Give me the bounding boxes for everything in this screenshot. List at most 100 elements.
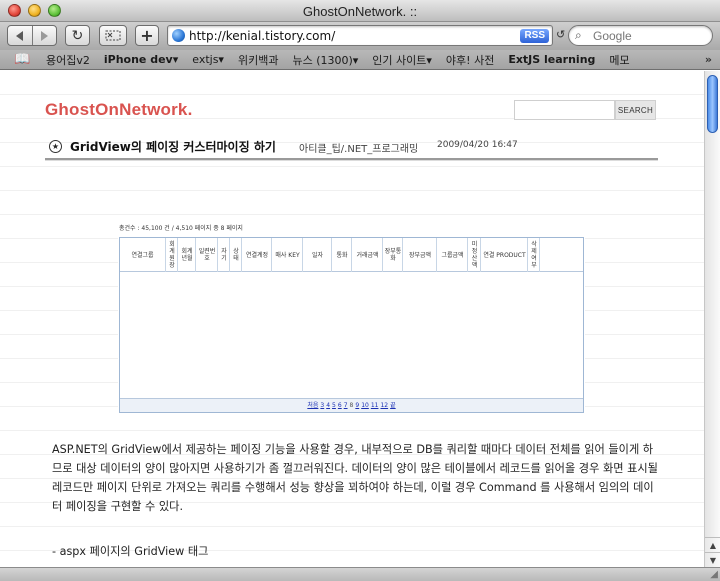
reload-button[interactable]: ↻ [65,25,90,46]
grid-column-header: 상태 [231,238,242,272]
grid-column-label: 장부금액 [408,251,432,259]
grid-column-label: 회계원장 [169,241,175,269]
pager-page-link[interactable]: 6 [338,402,342,409]
vertical-scrollbar[interactable]: ▲ ▼ [704,71,720,567]
post-bullet-icon: ★ [49,140,62,153]
blog-title-link[interactable]: GhostOnNetwork. [45,100,193,120]
grid-column-label: 회계년월 [181,248,193,262]
bookmark-item[interactable]: 야후! 사전 [446,52,494,68]
window-titlebar: GhostOnNetwork. :: [0,0,720,22]
scroll-up-arrow-icon[interactable]: ▲ [705,537,720,552]
pager-page-link[interactable]: 3 [320,402,324,409]
forward-arrow-icon [40,30,48,41]
web-search-field[interactable]: ⌕ Google [568,25,713,46]
article-body: ASP.NET의 GridView에서 제공하는 페이징 기능을 사용할 경우,… [52,440,662,526]
blog-search-input[interactable] [514,100,615,120]
grid-column-header: 거래금액 [353,238,383,272]
grid-column-label: 거래금액 [356,251,379,259]
bookmark-item[interactable]: 뉴스 (1300)▾ [292,52,358,68]
globe-icon [172,29,185,42]
web-clip-button[interactable] [99,25,127,46]
bookmark-item[interactable]: 위키백과 [238,52,278,68]
grid-table: 연결그룹 회계원장 회계년월 일련번호 자기 상태 연결계정 매사 KEY 일자 통화 거래금액 장부… [119,237,584,413]
grid-column-label: 상태 [233,248,239,262]
grid-summary: 총건수 : 45,100 건 / 4,510 페이지 중 8 페이지 [119,225,243,232]
gridview-screenshot: 총건수 : 45,100 건 / 4,510 페이지 중 8 페이지 연결그룹 회… [118,218,585,414]
grid-column-label: 삭제여부 [531,241,537,269]
grid-column-label: 연결그룹 [131,251,154,259]
grid-column-label: 연결 PRODUCT [483,251,526,259]
window-title: GhostOnNetwork. :: [302,4,418,19]
browser-toolbar: ↻ + http://kenial.tistory.com/ RSS ↺ ⌕ G… [0,22,720,50]
article-subheading: - aspx 페이지의 GridView 태그 [52,545,209,558]
grid-column-label: 그룹금액 [441,251,464,259]
add-bookmark-button[interactable]: + [135,25,159,46]
pager-page-link[interactable]: 5 [332,402,336,409]
bookmark-item[interactable]: ExtJS learning [508,53,595,66]
grid-column-label: 연결계정 [245,251,269,259]
forward-button[interactable] [31,26,56,45]
pager-last-link[interactable]: 끝 [390,402,396,409]
pager-page-link[interactable]: 12 [380,402,388,409]
address-bar[interactable]: http://kenial.tistory.com/ RSS [167,25,553,46]
pager-page-link[interactable]: 4 [326,402,330,409]
grid-column-header: 장부금액 [404,238,437,272]
grid-column-header: 자기 [219,238,230,272]
scrollbar-thumb[interactable] [707,75,718,133]
article-paragraph: ASP.NET의 GridView에서 제공하는 페이징 기능을 사용할 경우,… [52,443,658,513]
grid-column-header: 일자 [304,238,332,272]
pager-first-link[interactable]: 처음 [307,402,318,409]
snapback-icon[interactable]: ↺ [556,29,567,40]
grid-column-header: 매사 KEY [273,238,303,272]
show-all-bookmarks-icon[interactable]: 📖 [14,52,32,67]
pager-page-link[interactable]: 9 [355,402,359,409]
grid-column-header: 장부통화 [384,238,403,272]
bookmark-item[interactable]: iPhone dev▾ [104,53,178,66]
grid-column-header: 회계원장 [167,238,178,272]
rss-button[interactable]: RSS [520,29,549,43]
scroll-down-arrow-icon[interactable]: ▼ [705,552,720,567]
bookmarks-bar: 📖 용어집v2 iPhone dev▾ extjs▾ 위키백과 뉴스 (1300… [0,50,720,70]
grid-column-header: 일련번호 [197,238,218,272]
pager-page-link[interactable]: 10 [361,402,369,409]
grid-column-header: 삭제여부 [529,238,540,272]
grid-column-header: 회계년월 [179,238,196,272]
post-category-link[interactable]: 아티클_팁/.NET_프로그래밍 [299,140,418,155]
blog-search-button[interactable]: SEARCH [615,100,656,120]
grid-column-label: 미정산액 [471,241,478,269]
address-text[interactable]: http://kenial.tistory.com/ [189,29,335,43]
grid-column-header: 연결 PRODUCT [482,238,528,272]
pager-page-link[interactable]: 11 [371,402,379,409]
web-clip-icon [105,30,121,41]
search-icon: ⌕ [575,28,582,42]
grid-column-label: 매사 KEY [275,251,300,259]
back-button[interactable] [8,26,32,45]
grid-column-header: 통화 [333,238,352,272]
grid-column-label: 장부통화 [384,248,402,262]
grid-column-header: 미정산액 [469,238,481,272]
grid-column-header: 그룹금액 [438,238,468,272]
post-divider-shadow [45,160,658,161]
grid-column-header: 연결그룹 [120,238,166,272]
grid-column-header: 연결계정 [243,238,272,272]
back-forward-group [7,25,57,46]
more-bookmarks-icon[interactable]: » [705,53,712,66]
bookmark-item[interactable]: extjs▾ [192,53,224,66]
status-bar: ◢ [0,567,720,581]
pager-current-page: 8 [349,402,354,409]
bookmark-item[interactable]: 용어집v2 [46,52,90,68]
page-viewport: GhostOnNetwork. SEARCH ★ GridView의 페이징 커… [0,71,704,567]
bookmark-item[interactable]: 인기 사이트▾ [372,52,432,68]
bookmark-item[interactable]: 메모 [609,52,629,68]
back-arrow-icon [16,30,24,41]
grid-header-row: 연결그룹 회계원장 회계년월 일련번호 자기 상태 연결계정 매사 KEY 일자 통화 거래금액 장부… [120,238,583,272]
plus-icon: + [140,26,154,45]
post-title[interactable]: GridView의 페이징 커스터마이징 하기 [70,138,276,155]
resize-grip-icon[interactable]: ◢ [710,569,718,580]
post-date: 2009/04/20 16:47 [437,140,518,150]
grid-column-label: 통화 [336,251,348,259]
grid-pager: 처음 3 4 5 6 7 8 9 10 11 12 끝 [120,398,583,412]
grid-column-label: 일련번호 [198,248,216,262]
grid-column-label: 일자 [311,251,324,259]
pager-page-link[interactable]: 7 [344,402,348,409]
